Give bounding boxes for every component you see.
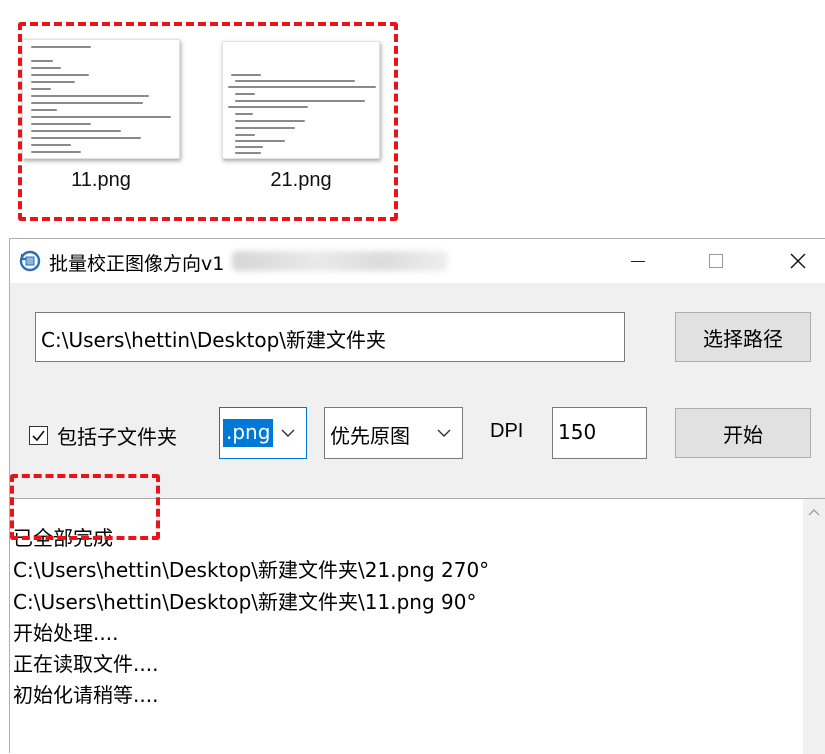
log-line: 已全部完成: [13, 526, 113, 550]
rotate-icon: [19, 250, 41, 272]
mode-select-value: 优先原图: [330, 424, 410, 448]
start-button[interactable]: 开始: [675, 408, 811, 458]
log-line: C:\Users\hettin\Desktop\新建文件夹\21.png 270…: [13, 558, 490, 582]
annotation-highlight-files: [18, 22, 398, 221]
log-line: 开始处理....: [13, 621, 119, 645]
log-output[interactable]: 已全部完成 C:\Users\hettin\Desktop\新建文件夹\21.p…: [10, 498, 825, 754]
log-line: 正在读取文件....: [13, 652, 159, 676]
include-subfolders-option[interactable]: 包括子文件夹: [29, 421, 177, 450]
maximize-button[interactable]: [688, 239, 744, 283]
dpi-input[interactable]: 150: [552, 407, 647, 459]
chevron-down-icon: [437, 429, 451, 437]
close-icon: [790, 253, 806, 269]
include-subfolders-label: 包括子文件夹: [57, 425, 177, 449]
extension-select[interactable]: .png: [219, 407, 307, 459]
checkmark-icon: [32, 430, 45, 442]
extension-select-value: .png: [223, 419, 274, 447]
path-input[interactable]: C:\Users\hettin\Desktop\新建文件夹: [35, 312, 625, 362]
app-window: 批量校正图像方向v1 C:\Users\hettin\Desktop\新建文件夹…: [9, 238, 825, 754]
maximize-icon: [709, 254, 723, 268]
close-button[interactable]: [770, 239, 825, 283]
file-explorer-view: 11.png 21.png: [0, 0, 825, 238]
scroll-up-arrow-icon[interactable]: [807, 505, 821, 519]
window-title: 批量校正图像方向v1: [49, 253, 225, 275]
minimize-icon: [631, 260, 645, 262]
minimize-button[interactable]: [610, 239, 666, 283]
log-scrollbar[interactable]: [803, 499, 825, 754]
include-subfolders-checkbox[interactable]: [29, 426, 48, 445]
log-line: C:\Users\hettin\Desktop\新建文件夹\11.png 90°: [13, 590, 477, 614]
title-redacted: [232, 251, 448, 271]
chevron-down-icon: [281, 429, 295, 437]
mode-select[interactable]: 优先原图: [324, 407, 463, 459]
title-bar[interactable]: 批量校正图像方向v1: [10, 239, 825, 283]
browse-button[interactable]: 选择路径: [675, 312, 811, 362]
log-line: 初始化请稍等....: [13, 683, 159, 707]
dpi-label: DPI: [490, 420, 524, 442]
